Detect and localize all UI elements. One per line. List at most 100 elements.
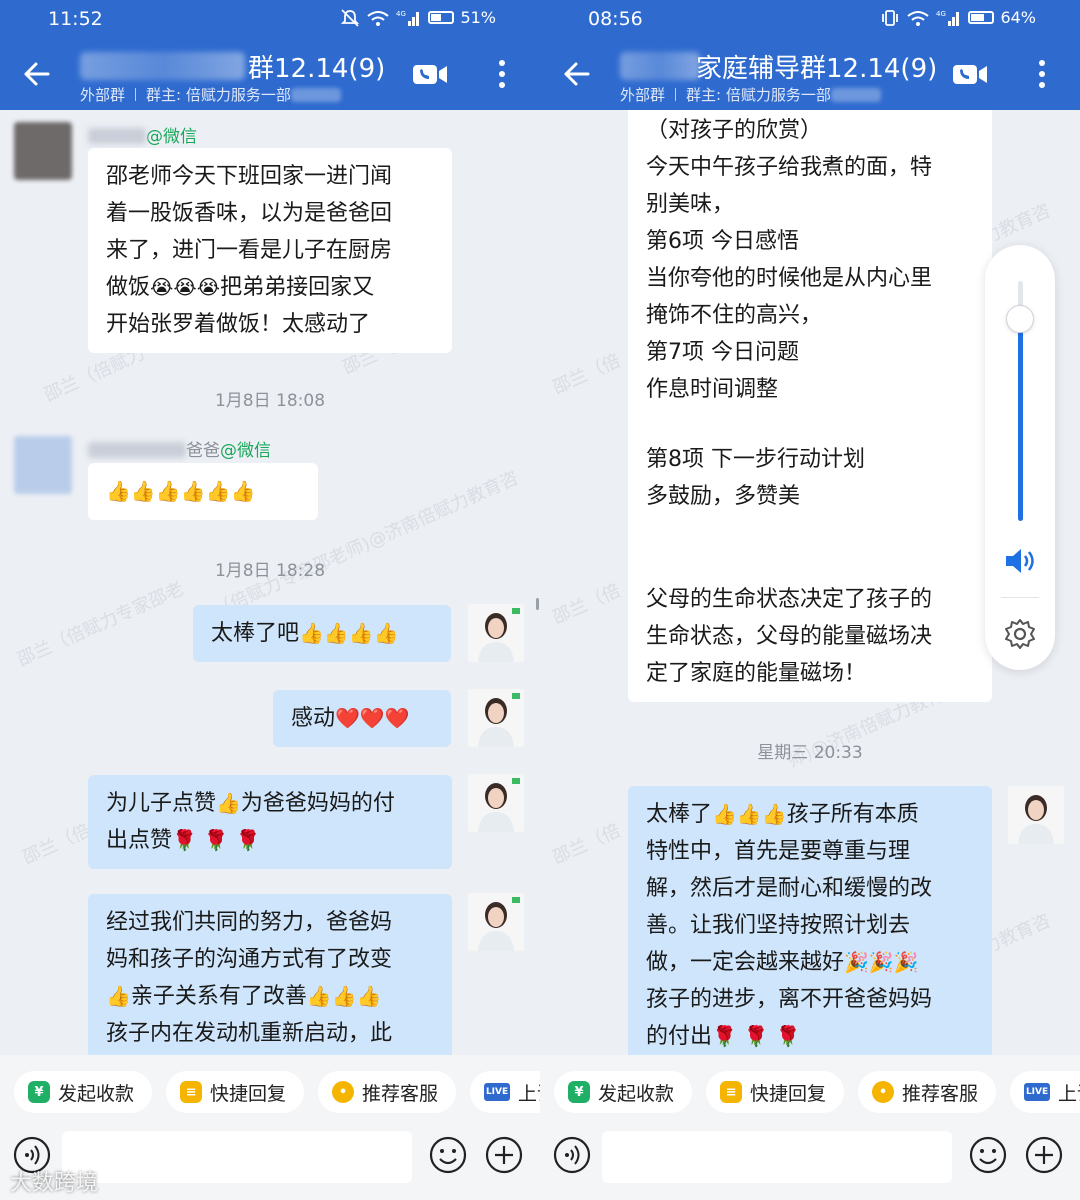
more-vertical-icon[interactable]	[490, 54, 514, 94]
quick-action-chips: ¥发起收款 ≡快捷回复 •推荐客服 LIVE上课	[14, 1071, 540, 1113]
message-list[interactable]: 力教育咨 邵兰（倍赋力 邵兰（倍 （倍赋力专家邵老师)@济南倍赋力教育咨 邵兰（…	[0, 110, 540, 1055]
message-bubble[interactable]: 太棒了吧👍👍👍👍	[193, 605, 451, 662]
signal-icon: 4G	[396, 10, 420, 26]
avatar[interactable]	[14, 122, 72, 180]
message-line: 感动❤️❤️❤️	[291, 706, 410, 731]
emoji-icon[interactable]	[968, 1135, 1008, 1175]
message-bubble[interactable]: 👍👍👍👍👍👍	[88, 463, 318, 520]
redacted-group-name	[620, 52, 700, 80]
service-icon: •	[332, 1081, 355, 1103]
message-line: 妈和孩子的沟通方式有了改变	[106, 947, 393, 972]
sender-name: @微信	[88, 122, 197, 147]
video-call-icon[interactable]	[410, 58, 450, 90]
crying-emoji: 😭	[173, 275, 197, 299]
timestamp: 1月8日 18:28	[214, 561, 326, 581]
message-line: 邵老师今天下班回家一进门闻	[106, 164, 393, 189]
message-bubble[interactable]: 感动❤️❤️❤️	[273, 690, 451, 747]
message-line: 👍亲子关系有了改善👍👍👍	[106, 984, 382, 1009]
emoji-icon[interactable]	[428, 1135, 468, 1175]
message-bubble[interactable]: 太棒了👍👍👍孩子所有本质 特性中，首先是要尊重与理 解，然后才是耐心和缓慢的改 …	[628, 786, 992, 1055]
yuan-icon: ¥	[568, 1081, 590, 1103]
svg-text:4G: 4G	[936, 10, 946, 18]
message-line: 为儿子点赞👍为爸爸妈妈的付	[106, 791, 395, 816]
screenshot-composite: 11:52 4G 51% 群12.14(9) 外部群 群主: 倍赋力服务一部 力教…	[0, 0, 1080, 1200]
battery-icon	[968, 11, 995, 24]
watermark: 邵兰（倍	[549, 580, 624, 629]
battery-icon	[428, 11, 455, 24]
group-title[interactable]: 家庭辅导群12.14(9)	[696, 48, 937, 85]
crying-emoji: 😭	[150, 275, 174, 299]
svg-text:4G: 4G	[396, 10, 406, 18]
group-title[interactable]: 群12.14(9)	[248, 48, 385, 85]
left-chat-screen: 11:52 4G 51% 群12.14(9) 外部群 群主: 倍赋力服务一部 力教…	[0, 0, 540, 1200]
thumbs-up-emoji: 👍	[155, 479, 181, 503]
message-line: 来了，进门一看是儿子在厨房	[106, 238, 393, 263]
voice-icon[interactable]	[552, 1135, 592, 1175]
scroll-indicator[interactable]	[536, 598, 539, 610]
avatar[interactable]	[1008, 786, 1064, 844]
message-line: 做饭😭😭😭把弟弟接回家又	[106, 269, 434, 306]
message-line: 出点赞🌹 🌹 🌹	[106, 828, 261, 853]
message-input[interactable]	[602, 1131, 952, 1183]
group-subtitle: 外部群 群主: 倍赋力服务一部	[80, 84, 341, 105]
message-bubble[interactable]: 为儿子点赞👍为爸爸妈妈的付 出点赞🌹 🌹 🌹	[88, 775, 452, 869]
avatar[interactable]	[468, 689, 524, 747]
avatar[interactable]	[468, 604, 524, 662]
quick-reply-button[interactable]: ≡ 快捷回复	[706, 1071, 845, 1113]
thumbs-up-emoji: 👍	[180, 479, 206, 503]
plus-icon[interactable]	[1024, 1135, 1064, 1175]
battery-percent: 51%	[460, 8, 496, 27]
live-class-button[interactable]: LIVE上课	[470, 1071, 540, 1113]
live-icon: LIVE	[1024, 1083, 1051, 1101]
right-chat-screen: 08:56 4G 64% 家庭辅导群12.14(9) 外部群 群主: 倍赋力服务一…	[540, 0, 1080, 1200]
volume-slider-handle[interactable]	[1006, 305, 1034, 334]
video-call-icon[interactable]	[950, 58, 990, 90]
thumbs-up-emoji: 👍	[130, 479, 156, 503]
message-bubble[interactable]: 邵老师今天下班回家一进门闻 着一股饭香味，以为是爸爸回 来了，进门一看是儿子在厨…	[88, 148, 452, 353]
avatar[interactable]	[468, 893, 524, 951]
avatar[interactable]	[14, 436, 72, 494]
service-icon: •	[872, 1081, 895, 1103]
live-class-button[interactable]: LIVE上课	[1010, 1071, 1080, 1113]
chat-header: 11:52 4G 51% 群12.14(9) 外部群 群主: 倍赋力服务一部	[0, 0, 540, 110]
gear-icon[interactable]	[1003, 617, 1037, 651]
message-bubble[interactable]: 经过我们共同的努力，爸爸妈 妈和孩子的沟通方式有了改变 👍亲子关系有了改善👍👍👍…	[88, 894, 452, 1055]
timestamp: 星期三 20:33	[757, 743, 863, 763]
message-input[interactable]	[62, 1131, 412, 1183]
back-arrow-icon[interactable]	[558, 54, 598, 94]
status-time: 11:52	[48, 8, 103, 30]
quick-reply-icon: ≡	[180, 1081, 203, 1103]
brand-watermark: 大数跨境	[10, 1171, 99, 1196]
more-vertical-icon[interactable]	[1030, 54, 1054, 94]
start-payment-button[interactable]: ¥ 发起收款	[14, 1071, 153, 1113]
emoji-row: 👍👍👍👍👍👍	[106, 473, 300, 510]
bottom-toolbar: ¥发起收款 ≡快捷回复 •推荐客服 LIVE上课	[540, 1055, 1080, 1200]
sender-name: 爸爸@微信	[88, 436, 271, 461]
plus-icon[interactable]	[484, 1135, 524, 1175]
recommend-service-button[interactable]: • 推荐客服	[318, 1071, 457, 1113]
status-time: 08:56	[588, 8, 643, 30]
battery-percent: 64%	[1000, 8, 1036, 27]
quick-reply-button[interactable]: ≡ 快捷回复	[166, 1071, 305, 1113]
quick-action-chips: ¥发起收款 ≡快捷回复 •推荐客服 LIVE上课	[554, 1071, 1080, 1113]
thumbs-up-emoji: 👍	[205, 479, 231, 503]
speaker-icon[interactable]	[1003, 545, 1039, 577]
volume-panel	[985, 245, 1055, 670]
watermark: 邵兰（倍	[549, 350, 624, 399]
redacted-group-name	[80, 52, 245, 80]
message-line: 着一股饭香味，以为是爸爸回	[106, 201, 393, 226]
wifi-icon	[907, 10, 930, 26]
start-payment-button[interactable]: ¥ 发起收款	[554, 1071, 693, 1113]
vibrate-icon	[882, 9, 899, 26]
group-owner-label: 群主: 倍赋力服务一部	[146, 86, 291, 104]
back-arrow-icon[interactable]	[18, 54, 58, 94]
quick-reply-icon: ≡	[720, 1081, 743, 1103]
avatar[interactable]	[468, 774, 524, 832]
recommend-service-button[interactable]: • 推荐客服	[858, 1071, 997, 1113]
yuan-icon: ¥	[28, 1081, 50, 1103]
watermark: 邵兰（倍赋力专家邵老	[14, 578, 188, 671]
chat-header: 08:56 4G 64% 家庭辅导群12.14(9) 外部群 群主: 倍赋力服务一…	[540, 0, 1080, 110]
message-line: 开始张罗着做饭！太感动了	[106, 312, 371, 337]
timestamp: 1月8日 18:08	[214, 391, 326, 411]
message-bubble[interactable]: （对孩子的欣赏） 今天中午孩子给我煮的面，特 别美味， 第6项 今日感悟 当你夸…	[628, 110, 992, 702]
